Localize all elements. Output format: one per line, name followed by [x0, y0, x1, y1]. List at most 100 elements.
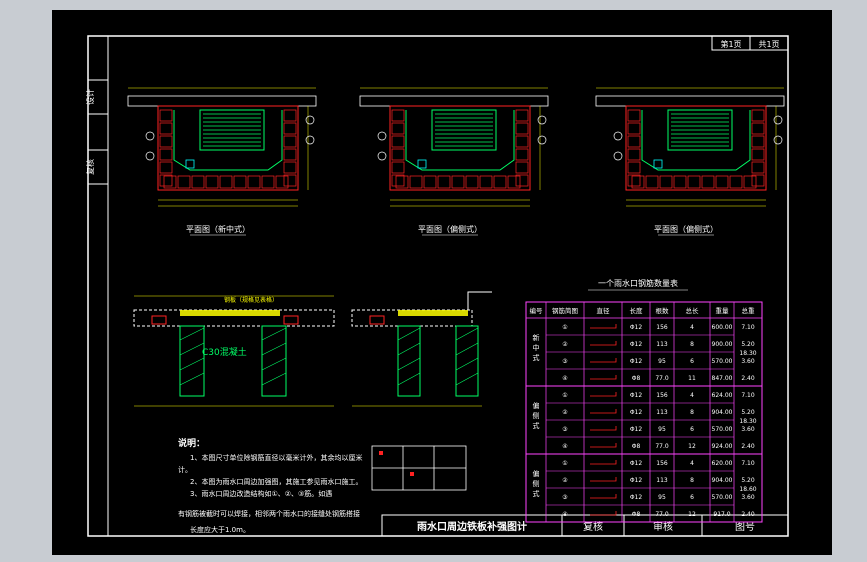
table-cell: 7.10 — [741, 392, 755, 399]
key-grid — [371, 445, 467, 491]
table-header-cell: 编号 — [530, 306, 544, 315]
notes-block: 说明： 1、本图尺寸单位除钢筋直径以毫米计外，其余均以厘米 计。 2、本图为雨水… — [178, 437, 362, 534]
table-cell: 847.00 — [712, 375, 733, 382]
table-cell: ② — [562, 409, 568, 416]
table-cell: Φ12 — [630, 460, 643, 467]
table-row: ① Φ12 156 4 620.00 7.10 — [562, 460, 755, 467]
table-cell: 5.20 — [741, 341, 755, 348]
table-cell: Φ8 — [632, 443, 641, 450]
table-cell: 4 — [690, 460, 694, 467]
steel-plate-right — [398, 310, 468, 316]
plan-views: 平面图（新中式） 平面图（偏侧式） 平面图（偏侧式） — [127, 87, 785, 236]
drawing-title: 雨水口周边铁板补强图计 — [417, 520, 527, 533]
table-cell: 570.00 — [712, 358, 733, 365]
table-cell: ④ — [562, 443, 567, 450]
curb-right — [467, 291, 492, 310]
table-cell: 3.60 — [741, 426, 755, 433]
table-cell: 3.60 — [741, 494, 755, 501]
table-row: ④ Φ8 77.0 12 924.00 2.40 — [562, 443, 755, 450]
table-row: ① Φ12 156 4 624.00 7.10 — [562, 392, 755, 399]
table-header-cell: 总长 — [686, 306, 700, 315]
inlet-frame — [157, 105, 299, 191]
table-cell: 4 — [690, 324, 694, 331]
table-cell: 620.00 — [712, 460, 733, 467]
plate-note-left: 钢板（规格见表格） — [224, 296, 278, 304]
table-header-cell: 长度 — [630, 306, 644, 315]
table-cell: 2.40 — [741, 375, 755, 382]
table-row: ② Φ12 113 8 904.00 5.20 — [562, 477, 755, 484]
table-cell: Φ12 — [630, 324, 643, 331]
table-cell: 12 — [688, 443, 696, 450]
table-header-cell: 直径 — [597, 306, 611, 315]
table-cell: ③ — [562, 358, 567, 365]
table-header-cell: 钢筋简图 — [552, 306, 578, 315]
table-cell: 77.0 — [655, 375, 669, 382]
table-cell: ① — [562, 324, 567, 331]
rebar-right-a — [369, 315, 385, 325]
section-views: C30混凝土 钢板（规格见表格） — [133, 291, 492, 407]
table-cell: 12 — [688, 511, 696, 518]
group-name: 偏侧式 — [533, 469, 540, 498]
table-cell: 570.00 — [712, 426, 733, 433]
inlet-frame — [625, 105, 767, 191]
inlet-frame — [389, 105, 531, 191]
rebar-outline — [173, 110, 283, 171]
side-label-2: 复核 — [85, 159, 95, 175]
table-cell: 5.20 — [741, 409, 755, 416]
table-cell: Φ12 — [630, 477, 643, 484]
notes-line-5: 有钢筋被截时可以焊接，相邻两个雨水口的接缝处钢筋搭接 — [178, 509, 360, 518]
notes-line-1: 1、本图尺寸单位除钢筋直径以毫米计外，其余均以厘米 — [190, 453, 362, 462]
table-cell: Φ12 — [630, 494, 643, 501]
table-cell: 8 — [690, 409, 694, 416]
wall-right-1 — [397, 325, 421, 397]
curb-strip — [595, 95, 785, 107]
total-label: 共1页 — [758, 40, 779, 49]
table-cell: 11 — [688, 375, 696, 382]
table-cell: 2.40 — [741, 511, 755, 518]
notes-line-2: 计。 — [178, 465, 192, 474]
notes-line-3: 2、本图为雨水口周边加强图，其施工参见雨水口施工。 — [190, 477, 362, 486]
rebar-outline — [641, 110, 751, 171]
table-cell: 113 — [656, 409, 668, 416]
notes-line-6: 长度应大于1.0m。 — [190, 525, 250, 534]
group-name: 新中式 — [533, 333, 540, 362]
table-header-cell: 根数 — [656, 306, 670, 315]
table-cell: ① — [562, 392, 567, 399]
drawing-sheet: 设计 复核 第1页 共1页 雨水口周边铁板补强图计 复核 审核 图号 平面图（新… — [52, 10, 832, 555]
concrete-label: C30混凝土 — [202, 346, 247, 358]
table-cell: 900.00 — [712, 341, 733, 348]
table-cell: 924.00 — [712, 443, 733, 450]
plan-view-1: 平面图（新中式） — [127, 87, 317, 236]
rebar-outline — [405, 110, 515, 171]
group-name: 偏侧式 — [533, 401, 540, 430]
table-header-cell: 重量 — [716, 307, 730, 315]
table-cell: 570.00 — [712, 494, 733, 501]
table-cell: 6 — [690, 426, 694, 433]
table-cell: Φ8 — [632, 375, 641, 382]
wall-right-2 — [455, 325, 479, 397]
table-row: ② Φ12 113 8 900.00 5.20 — [562, 341, 755, 348]
table-cell: 917.0 — [713, 511, 730, 518]
steel-plate-left — [180, 310, 280, 316]
table-cell: 7.10 — [741, 324, 755, 331]
curb-strip — [359, 95, 549, 107]
table-cell: 113 — [656, 341, 668, 348]
table-header-cell: 总重 — [742, 306, 756, 315]
table-cell: Φ12 — [630, 358, 643, 365]
table-cell: ② — [562, 341, 568, 348]
group-total: 18.30 — [739, 418, 756, 425]
table-cell: ③ — [562, 494, 567, 501]
table-row: ③ Φ12 95 6 570.00 3.60 — [562, 358, 755, 365]
table-cell: 3.60 — [741, 358, 755, 365]
table-cell: ④ — [562, 375, 567, 382]
table-cell: 7.10 — [741, 460, 755, 467]
table-row: ④ Φ8 77.0 11 847.00 2.40 — [562, 375, 755, 382]
plan-view-2: 平面图（偏侧式） — [359, 87, 549, 236]
table-cell: 8 — [690, 341, 694, 348]
table-row: ③ Φ12 95 6 570.00 3.60 — [562, 494, 755, 501]
table-cell: 77.0 — [655, 443, 669, 450]
table-cell: 904.00 — [712, 409, 733, 416]
table-cell: 6 — [690, 358, 694, 365]
table-cell: 600.00 — [712, 324, 733, 331]
table-title: 一个雨水口钢筋数量表 — [598, 278, 678, 288]
